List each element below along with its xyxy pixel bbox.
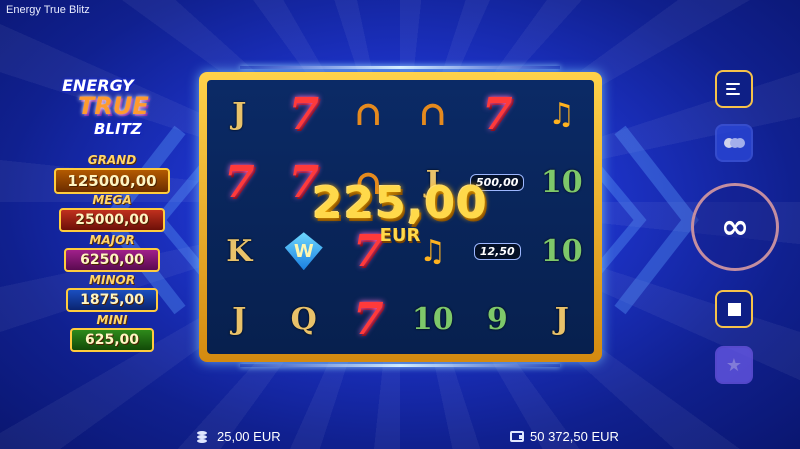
autoplay-toggle-icon bbox=[724, 138, 745, 148]
horseshoe-symbol: ∩ bbox=[418, 94, 448, 135]
reel-cell: 7 bbox=[465, 80, 530, 149]
balance-amount: 50 372,50 EUR bbox=[530, 429, 619, 444]
reel-cell: 7 bbox=[336, 217, 401, 286]
status-bar: 25,00 EUR 50 372,50 EUR bbox=[0, 419, 800, 449]
reel-frame: J 7 ∩ ∩ 7 ♫ 7 7 ∩ J 500,00 10 K W 7 ♫ 12,50 10 J Q 7 10 9 J bbox=[199, 72, 602, 362]
reel-cell: 10 bbox=[530, 149, 595, 218]
bet-display[interactable]: 25,00 EUR bbox=[197, 429, 281, 444]
reel-cell: J bbox=[207, 80, 272, 149]
jack-symbol: J bbox=[232, 302, 247, 338]
reel-cell: 7 bbox=[272, 149, 337, 218]
coin-value-badge: 500,00 bbox=[470, 174, 525, 192]
queen-symbol: Q bbox=[290, 302, 317, 338]
jackpot-name: GRAND bbox=[87, 153, 137, 167]
star-icon: ★ bbox=[725, 354, 743, 375]
menu-button[interactable] bbox=[715, 70, 753, 108]
horseshoe-symbol: ∩ bbox=[354, 94, 383, 135]
reel-cell: 10 bbox=[530, 217, 595, 286]
lightning-top-decoration bbox=[240, 66, 560, 69]
coin-value-badge: 12,50 bbox=[473, 242, 521, 260]
reel-cell: Q bbox=[272, 286, 337, 355]
coins-icon bbox=[197, 430, 211, 443]
jackpot-value: 625,00 bbox=[70, 328, 154, 352]
autoplay-toggle-button[interactable] bbox=[715, 124, 753, 162]
app-title: Energy True Blitz bbox=[6, 4, 90, 16]
jackpot-name: MINOR bbox=[89, 273, 135, 287]
stop-button[interactable] bbox=[715, 290, 753, 328]
jackpot-value: 1875,00 bbox=[66, 288, 158, 312]
jackpot-minor: MINOR 1875,00 bbox=[66, 273, 158, 312]
jackpot-value: 25000,00 bbox=[59, 208, 165, 232]
reel-cell: J bbox=[207, 286, 272, 355]
nine-symbol: 9 bbox=[486, 302, 508, 338]
jackpot-value: 125000,00 bbox=[54, 168, 170, 194]
reel-cell: K bbox=[207, 217, 272, 286]
reel-cell: 9 bbox=[465, 286, 530, 355]
reel-cell: 500,00 bbox=[465, 149, 530, 218]
reel-cell: W bbox=[272, 217, 337, 286]
reel-cell: J bbox=[530, 286, 595, 355]
reel-cell: 12,50 bbox=[465, 217, 530, 286]
seven-symbol: 7 bbox=[288, 88, 320, 140]
horseshoe-symbol: ∩ bbox=[354, 162, 383, 203]
reel-cell: ∩ bbox=[401, 80, 466, 149]
bell-symbol: ♫ bbox=[548, 96, 576, 132]
seven-symbol: 7 bbox=[223, 157, 255, 209]
reel-grid: J 7 ∩ ∩ 7 ♫ 7 7 ∩ J 500,00 10 K W 7 ♫ 12,50 10 J Q 7 10 9 J bbox=[207, 80, 594, 354]
jack-symbol: J bbox=[554, 302, 569, 338]
jackpot-mega: MEGA 25000,00 bbox=[59, 193, 165, 232]
jackpot-name: MEGA bbox=[92, 193, 132, 207]
stop-icon bbox=[727, 302, 741, 316]
reel-cell: ♫ bbox=[401, 217, 466, 286]
jack-symbol: J bbox=[232, 96, 247, 132]
balance-display: 50 372,50 EUR bbox=[510, 429, 619, 444]
favorite-button[interactable]: ★ bbox=[715, 346, 753, 384]
jack-symbol: J bbox=[425, 165, 440, 201]
jackpot-name: MAJOR bbox=[89, 233, 135, 247]
logo-line-blitz: BLITZ bbox=[94, 120, 142, 138]
reel-cell: ∩ bbox=[336, 149, 401, 218]
seven-symbol: 7 bbox=[288, 157, 320, 209]
seven-symbol: 7 bbox=[352, 225, 384, 277]
jackpot-value: 6250,00 bbox=[64, 248, 160, 272]
logo-line-true: TRUE bbox=[78, 92, 149, 120]
game-logo: ENERGY TRUE BLITZ bbox=[58, 76, 168, 146]
lightning-bottom-decoration bbox=[240, 364, 560, 367]
jackpot-grand: GRAND 125000,00 bbox=[54, 153, 170, 194]
spin-button[interactable]: ∞ bbox=[691, 183, 779, 271]
jackpot-mini: MINI 625,00 bbox=[70, 313, 154, 352]
bell-symbol: ♫ bbox=[419, 233, 447, 269]
reel-cell: 7 bbox=[336, 286, 401, 355]
jackpot-name: MINI bbox=[96, 313, 128, 327]
bet-amount: 25,00 EUR bbox=[217, 429, 281, 444]
wallet-icon bbox=[510, 431, 524, 442]
reel-cell: J bbox=[401, 149, 466, 218]
menu-icon bbox=[726, 83, 742, 95]
reel-cell: 10 bbox=[401, 286, 466, 355]
ten-symbol: 10 bbox=[540, 165, 583, 201]
wild-symbol: W bbox=[284, 232, 323, 271]
ten-symbol: 10 bbox=[411, 302, 454, 338]
reel-cell: 7 bbox=[207, 149, 272, 218]
jackpot-major: MAJOR 6250,00 bbox=[64, 233, 160, 272]
king-symbol: K bbox=[226, 233, 253, 269]
seven-symbol: 7 bbox=[481, 88, 513, 140]
reel-cell: ♫ bbox=[530, 80, 595, 149]
reel-cell: 7 bbox=[272, 80, 337, 149]
ten-symbol: 10 bbox=[540, 233, 583, 269]
reel-cell: ∩ bbox=[336, 80, 401, 149]
seven-symbol: 7 bbox=[352, 294, 384, 346]
